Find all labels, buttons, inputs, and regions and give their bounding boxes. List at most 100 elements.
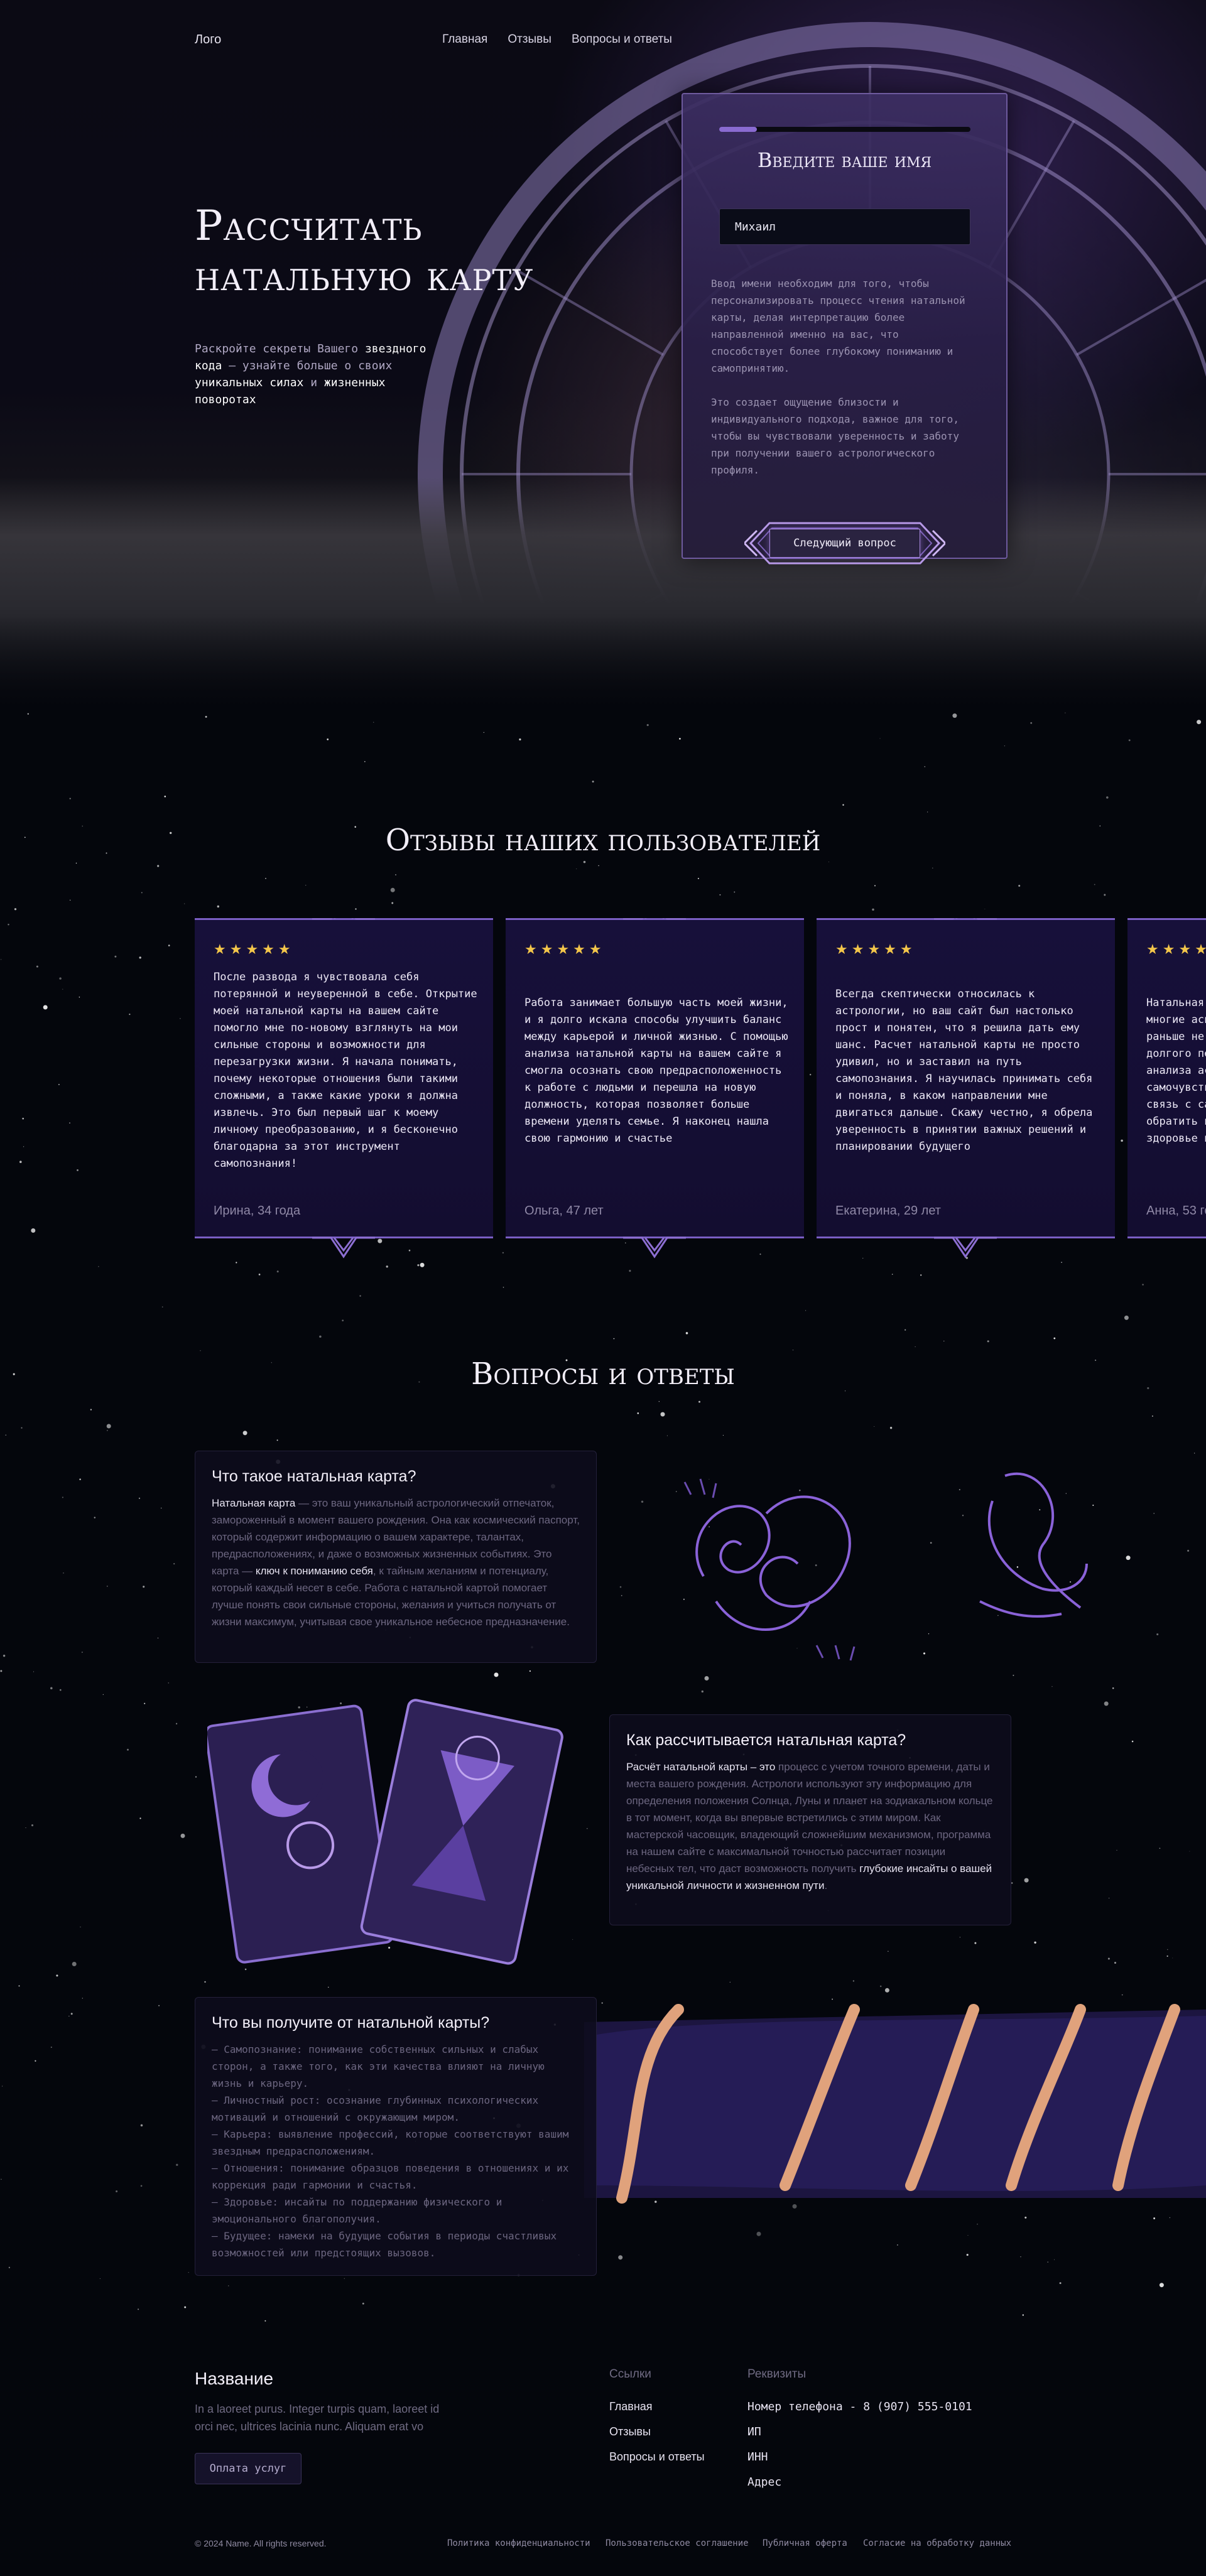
footer-phone: Номер телефона - 8 (907) 555-0101 bbox=[747, 2400, 972, 2413]
star-dot bbox=[3, 1654, 6, 1657]
next-question-button[interactable]: Следующий вопрос bbox=[769, 529, 920, 558]
star-dot bbox=[327, 739, 329, 740]
review-author: Анна, 53 года bbox=[1146, 1204, 1206, 1218]
star-dot bbox=[139, 1817, 141, 1819]
star-dot bbox=[1059, 2282, 1062, 2285]
nav-link-reviews[interactable]: Отзывы bbox=[508, 33, 551, 46]
star-dot bbox=[519, 738, 521, 741]
public-offer-link[interactable]: Публичная оферта bbox=[763, 2538, 847, 2548]
star-dot bbox=[905, 1329, 906, 1331]
name-input[interactable] bbox=[719, 208, 970, 245]
payment-button[interactable]: Оплата услуг bbox=[195, 2453, 302, 2484]
star-dot bbox=[613, 1338, 615, 1339]
star-dot bbox=[852, 1980, 855, 1982]
star-dot bbox=[5, 1434, 7, 1436]
name-form-card: Введите ваше имя Ввод имени необходим дл… bbox=[682, 93, 1008, 565]
copyright: © 2024 Name. All rights reserved. bbox=[195, 2538, 327, 2548]
star-dot bbox=[897, 2244, 898, 2246]
nav-link-faq[interactable]: Вопросы и ответы bbox=[572, 33, 672, 46]
star-dot bbox=[72, 1962, 77, 1966]
faq-answer: Расчёт натальной карты – это процесс с у… bbox=[626, 1761, 993, 1891]
star-dot bbox=[966, 2254, 969, 2256]
star-dot bbox=[1112, 1687, 1114, 1689]
star-dot bbox=[373, 722, 374, 723]
card-ornament-top bbox=[623, 918, 686, 920]
star-dot bbox=[1020, 2256, 1021, 2258]
star-dot bbox=[390, 887, 395, 892]
card-ornament-bottom bbox=[623, 1237, 686, 1258]
privacy-policy-link[interactable]: Политика конфиденциальности bbox=[447, 2538, 590, 2548]
nav-link-home[interactable]: Главная bbox=[442, 33, 487, 46]
review-card: ★★★★★ Работа занимает большую часть моей… bbox=[506, 918, 804, 1258]
star-dot bbox=[756, 2231, 761, 2236]
star-dot bbox=[157, 1637, 159, 1639]
star-dot bbox=[1167, 1949, 1168, 1951]
star-dot bbox=[1011, 1882, 1013, 1884]
star-dot bbox=[629, 1270, 631, 1272]
star-dot bbox=[129, 1014, 131, 1015]
star-dot bbox=[889, 1427, 893, 1429]
star-dot bbox=[264, 2320, 266, 2322]
user-agreement-link[interactable]: Пользовательское соглашение bbox=[606, 2538, 749, 2548]
star-dot bbox=[1131, 1740, 1134, 1743]
star-dot bbox=[59, 977, 62, 980]
star-dot bbox=[362, 2302, 364, 2305]
star-dot bbox=[8, 2266, 11, 2268]
star-dot bbox=[180, 1833, 185, 1838]
faq-question: Что такое натальная карта? bbox=[212, 1468, 416, 1485]
footer-link-faq[interactable]: Вопросы и ответы bbox=[609, 2450, 705, 2464]
star-dot bbox=[161, 1306, 163, 1308]
star-dot bbox=[1187, 1549, 1190, 1552]
star-dot bbox=[1030, 722, 1033, 724]
form-title: Введите ваше имя bbox=[757, 148, 932, 172]
star-dot bbox=[1054, 2259, 1055, 2260]
star-dot bbox=[205, 715, 207, 718]
star-dot bbox=[143, 1586, 145, 1588]
footer-link-home[interactable]: Главная bbox=[609, 2400, 653, 2413]
rating-stars: ★★★★★ bbox=[1146, 941, 1206, 957]
star-dot bbox=[319, 1335, 322, 1338]
star-dot bbox=[641, 1500, 644, 1503]
star-dot bbox=[1047, 2261, 1048, 2263]
review-card: ★★★★★ Всегда скептически относилась к ас… bbox=[817, 918, 1115, 1258]
star-dot bbox=[621, 1594, 622, 1596]
star-dot bbox=[1034, 1941, 1036, 1944]
star-dot bbox=[106, 1586, 108, 1587]
star-dot bbox=[1022, 2314, 1024, 2316]
star-dot bbox=[242, 1431, 247, 1436]
star-dot bbox=[138, 1497, 141, 1500]
data-consent-link[interactable]: Согласие на обработку данных bbox=[863, 2538, 1011, 2548]
reviews-carousel[interactable]: ★★★★★ После развода я чувствовала себя п… bbox=[195, 918, 1206, 1270]
star-dot bbox=[228, 2285, 229, 2286]
star-dot bbox=[1156, 1633, 1159, 1636]
star-dot bbox=[188, 2271, 189, 2273]
footer-description: In a laoreet purus. Integer turpis quam,… bbox=[195, 2403, 440, 2433]
faq-answer: Натальная карта — это ваш уникальный аст… bbox=[212, 1497, 580, 1628]
hand-with-ropes-illustration bbox=[584, 2004, 1206, 2204]
rating-stars: ★★★★★ bbox=[524, 941, 606, 957]
star-dot bbox=[697, 877, 699, 879]
star-dot bbox=[175, 1723, 178, 1724]
star-dot bbox=[140, 2185, 143, 2187]
star-dot bbox=[27, 713, 29, 715]
next-button-frame: Следующий вопрос bbox=[744, 512, 945, 568]
logo[interactable]: Лого bbox=[195, 33, 221, 47]
star-dot bbox=[1159, 2283, 1164, 2288]
card-ornament-bottom bbox=[934, 1237, 997, 1258]
faq-card-how-calculated: Как рассчитывается натальная карта? Расч… bbox=[609, 1714, 1011, 1925]
star-dot bbox=[967, 2235, 969, 2236]
review-card: ★★★★★ Натальная карта открыла мне глаза … bbox=[1127, 918, 1206, 1238]
star-dot bbox=[69, 1122, 70, 1123]
star-dot bbox=[102, 1694, 104, 1696]
star-dot bbox=[70, 2013, 73, 2015]
star-dot bbox=[168, 944, 170, 946]
star-dot bbox=[22, 1117, 24, 1120]
star-dot bbox=[1153, 1513, 1155, 1514]
star-dot bbox=[14, 908, 17, 911]
star-dot bbox=[1004, 745, 1006, 747]
nav-links: Главная Отзывы Вопросы и ответы bbox=[442, 33, 672, 46]
footer-link-reviews[interactable]: Отзывы bbox=[609, 2425, 651, 2438]
star-dot bbox=[19, 1161, 22, 1163]
star-dot bbox=[35, 2060, 36, 2062]
card-ornament-top bbox=[312, 918, 375, 920]
